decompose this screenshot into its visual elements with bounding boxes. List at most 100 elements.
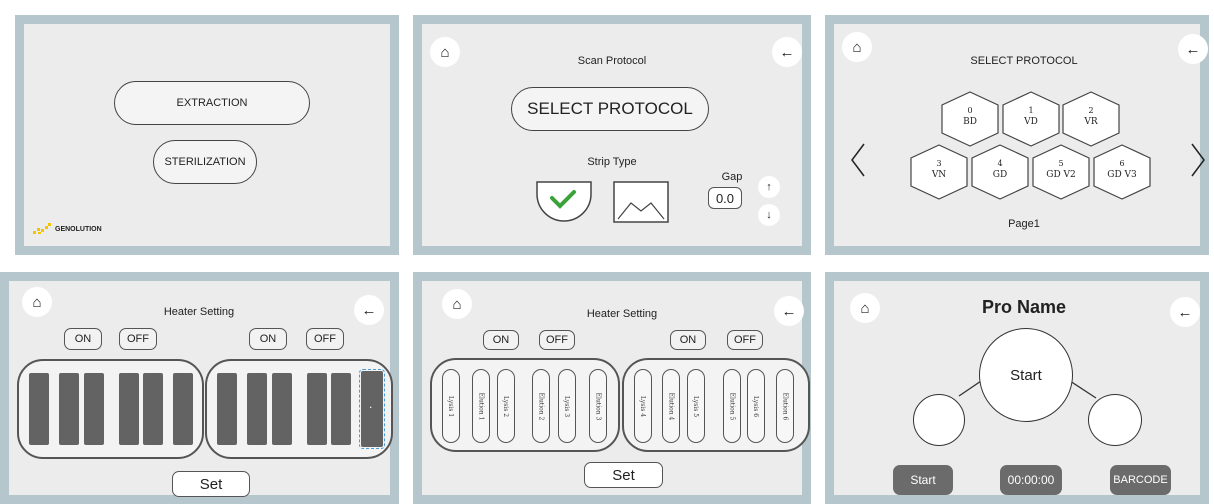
- set-button[interactable]: Set: [172, 471, 250, 497]
- page-indicator: Page1: [1008, 218, 1040, 230]
- heater-slot-elution-5[interactable]: Elution 5: [723, 369, 741, 443]
- heater-slot[interactable]: [247, 373, 267, 445]
- prev-page-icon[interactable]: [846, 140, 870, 180]
- protocol-hex-3[interactable]: 3 VN: [909, 144, 969, 200]
- protocol-hex-1[interactable]: 1 VD: [1001, 91, 1061, 147]
- protocol-name: VR: [1084, 117, 1098, 127]
- left-circle[interactable]: [913, 394, 965, 446]
- heater-slot-elution-4[interactable]: Elution 4: [662, 369, 680, 443]
- heater-slot[interactable]: [307, 373, 327, 445]
- slot-label: Elution 3: [594, 392, 602, 420]
- heater-slot-lysis-5[interactable]: Lysis 5: [687, 369, 705, 443]
- slot-label: Lysis 2: [502, 395, 510, 417]
- heater-slot[interactable]: [331, 373, 351, 445]
- start-button[interactable]: Start: [893, 465, 953, 495]
- right-off-button[interactable]: OFF: [727, 330, 763, 350]
- slot-label: Elution 6: [781, 392, 789, 420]
- heater-slot[interactable]: [29, 373, 49, 445]
- heater-slot-lysis-3[interactable]: Lysis 3: [558, 369, 576, 443]
- slot-label: Elution 5: [728, 392, 736, 420]
- start-circle-label: Start: [1010, 366, 1042, 384]
- gap-down-arrow-icon[interactable]: ↓: [758, 204, 780, 226]
- slot-label: Lysis 3: [563, 395, 571, 417]
- heater-slot-elution-2[interactable]: Elution 2: [532, 369, 550, 443]
- menu-panel: EXTRACTION STERILIZATION GENOLUTION: [15, 15, 399, 255]
- back-arrow-icon[interactable]: ←: [354, 295, 384, 325]
- slot-label: Lysis 4: [639, 395, 647, 417]
- protocol-hex-2[interactable]: 2 VR: [1061, 91, 1121, 147]
- heater-slot-lysis-1[interactable]: Lysis 1: [442, 369, 460, 443]
- next-page-icon[interactable]: [1186, 140, 1210, 180]
- protocol-hex-0[interactable]: 0 BD: [940, 91, 1000, 147]
- strip-type-round-option[interactable]: [535, 180, 593, 222]
- set-button[interactable]: Set: [584, 462, 663, 488]
- left-off-button[interactable]: OFF: [539, 330, 575, 350]
- slot-label: Lysis 5: [692, 395, 700, 417]
- heater-slot[interactable]: [217, 373, 237, 445]
- heater-slot[interactable]: [173, 373, 193, 445]
- heater-slot-lysis-4[interactable]: Lysis 4: [634, 369, 652, 443]
- extraction-button[interactable]: EXTRACTION: [114, 81, 310, 125]
- protocol-number: 5: [1058, 159, 1064, 168]
- logo-text: GENOLUTION: [55, 225, 102, 233]
- left-heater-block: Lysis 1 Elution 1 Lysis 2 Elution 2 Lysi…: [430, 358, 620, 452]
- protocol-name: VN: [931, 170, 947, 180]
- right-circle[interactable]: [1088, 394, 1142, 446]
- right-off-button[interactable]: OFF: [306, 328, 344, 350]
- back-arrow-icon[interactable]: ←: [772, 37, 802, 67]
- home-icon[interactable]: ⌂: [22, 287, 52, 317]
- scan-protocol-panel: ⌂ ← Scan Protocol SELECT PROTOCOL Strip …: [413, 15, 811, 255]
- home-icon[interactable]: ⌂: [842, 32, 872, 62]
- protocol-hex-4[interactable]: 4 GD: [970, 144, 1030, 200]
- heater-slot[interactable]: [59, 373, 79, 445]
- slot-label: Elution 4: [667, 392, 675, 420]
- heater-slot-elution-1[interactable]: Elution 1: [472, 369, 490, 443]
- protocol-number: 2: [1088, 106, 1094, 115]
- strip-type-v-option[interactable]: [613, 181, 669, 223]
- protocol-name: VD: [1024, 117, 1038, 127]
- sterilization-button[interactable]: STERILIZATION: [153, 140, 257, 184]
- heater-slot[interactable]: [272, 373, 292, 445]
- protocol-name: GD: [992, 170, 1008, 180]
- genolution-logo-icon: [33, 223, 51, 234]
- gap-up-arrow-icon[interactable]: ↑: [758, 176, 780, 198]
- heater-slot[interactable]: [119, 373, 139, 445]
- protocol-number: 1: [1028, 106, 1034, 115]
- heater-slot-lysis-6[interactable]: Lysis 6: [747, 369, 765, 443]
- strip-type-label: Strip Type: [587, 156, 637, 168]
- timer-display: 00:00:00: [1000, 465, 1062, 495]
- protocol-name: GD V2: [1046, 170, 1076, 180]
- left-off-button[interactable]: OFF: [119, 328, 157, 350]
- protocol-number: 3: [936, 159, 942, 168]
- right-on-button[interactable]: ON: [249, 328, 287, 350]
- heater-slot-elution-3[interactable]: Elution 3: [589, 369, 607, 443]
- home-icon[interactable]: ⌂: [442, 289, 472, 319]
- page-title: Scan Protocol: [577, 55, 647, 67]
- slot-label: Elution 2: [537, 392, 545, 420]
- gap-value-field[interactable]: 0.0: [708, 187, 742, 209]
- protocol-name: GD V3: [1107, 170, 1137, 180]
- start-circle[interactable]: Start: [979, 328, 1073, 422]
- heater-slot-lysis-2[interactable]: Lysis 2: [497, 369, 515, 443]
- slot-label: Elution 1: [477, 392, 485, 420]
- page-title: Heater Setting: [586, 308, 658, 320]
- heater-slot[interactable]: [84, 373, 104, 445]
- select-protocol-panel: ⌂ ← SELECT PROTOCOL 0 BD 1 VD 2 VR 3 VN …: [825, 15, 1209, 255]
- heater-slot[interactable]: [143, 373, 163, 445]
- right-on-button[interactable]: ON: [670, 330, 706, 350]
- back-arrow-icon[interactable]: ←: [774, 296, 804, 326]
- home-icon[interactable]: ⌂: [430, 37, 460, 67]
- heater-slot-elution-6[interactable]: Elution 6: [776, 369, 794, 443]
- protocol-hex-6[interactable]: 6 GD V3: [1092, 144, 1152, 200]
- back-arrow-icon[interactable]: ←: [1178, 34, 1208, 64]
- left-on-button[interactable]: ON: [483, 330, 519, 350]
- right-heater-block: .: [205, 359, 393, 459]
- left-on-button[interactable]: ON: [64, 328, 102, 350]
- heater-setting-panel-2: ⌂ ← Heater Setting ON OFF ON OFF Lysis 1…: [413, 272, 811, 504]
- protocol-hex-5[interactable]: 5 GD V2: [1031, 144, 1091, 200]
- select-protocol-button[interactable]: SELECT PROTOCOL: [511, 87, 709, 131]
- barcode-button[interactable]: BARCODE: [1110, 465, 1171, 495]
- heater-slot-selected[interactable]: .: [359, 369, 385, 449]
- slot-label: Lysis 1: [447, 395, 455, 417]
- run-panel: ⌂ ← Pro Name Start Start 00:00:00 BARCOD…: [825, 272, 1209, 504]
